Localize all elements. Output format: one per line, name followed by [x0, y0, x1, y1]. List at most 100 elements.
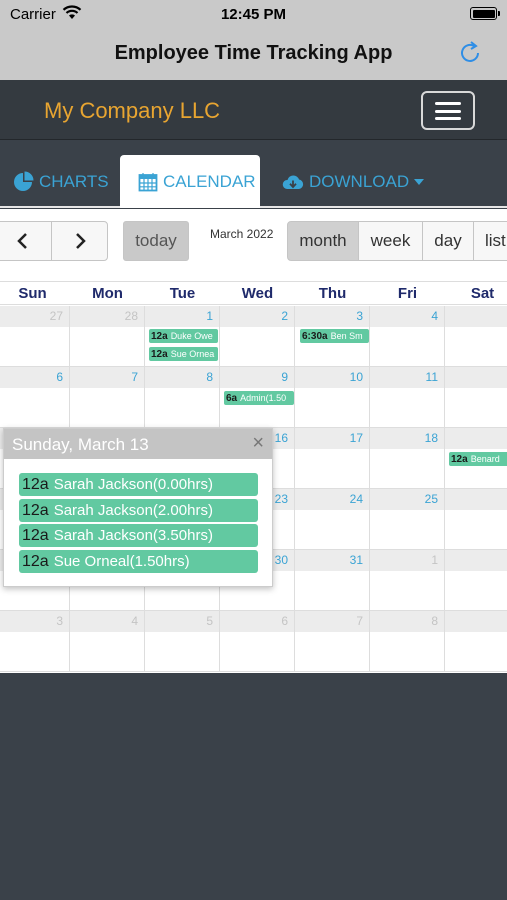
tab-download[interactable]: DOWNLOAD [282, 155, 425, 208]
event-chip[interactable]: 6a Admin(1.50 [224, 391, 294, 405]
weekday-label: Tue [169, 285, 196, 302]
event-time: 6:30a [302, 331, 328, 342]
clock: 12:45 PM [220, 6, 287, 23]
view-week-button[interactable]: week [358, 221, 423, 261]
day-cell[interactable]: 18 [370, 428, 445, 489]
event-time: 12a [22, 502, 49, 519]
day-number: 6 [56, 370, 63, 384]
view-day-button[interactable]: day [422, 221, 474, 261]
view-list-button[interactable]: list [473, 221, 507, 261]
today-button[interactable]: today [123, 221, 189, 261]
tab-charts[interactable]: CHARTS [12, 155, 109, 208]
day-number: 27 [49, 309, 63, 323]
weekday-label: Thu [318, 285, 347, 302]
event-title: Sue Ornea [170, 349, 215, 359]
day-cell[interactable] [445, 306, 507, 367]
day-number: 3 [56, 614, 63, 628]
day-cell[interactable]: 24 [295, 489, 370, 550]
next-button[interactable] [51, 221, 108, 261]
navbar: My Company LLC [0, 80, 507, 140]
caret-down-icon [414, 178, 425, 185]
month-label: March 2022 [210, 227, 274, 241]
day-cell[interactable] [445, 611, 507, 672]
event-chip[interactable]: 12a Benard [449, 452, 507, 466]
refresh-icon[interactable] [455, 38, 485, 68]
weekday-label: Mon [92, 285, 123, 302]
day-number: 1 [206, 309, 213, 323]
day-cell[interactable]: 5 [145, 611, 220, 672]
day-cell[interactable]: 25 [370, 489, 445, 550]
tab-bar: CHARTS CALENDAR DOWNLOAD [0, 140, 507, 208]
event-title: Sue Orneal(1.50hrs) [53, 553, 190, 570]
day-number: 1 [431, 553, 438, 567]
day-number: 10 [349, 370, 363, 384]
event-time: 12a [451, 454, 468, 465]
event-title: Duke Owe [170, 331, 213, 341]
day-cell[interactable]: 4 [370, 306, 445, 367]
popover-event[interactable]: 12a Sue Orneal(1.50hrs) [19, 550, 258, 573]
day-cell[interactable]: 7 [70, 367, 145, 428]
popover-title: Sunday, March 13 [12, 435, 149, 454]
day-cell[interactable]: 6 [0, 367, 70, 428]
day-cell[interactable]: 17 [295, 428, 370, 489]
day-cell[interactable]: 7 [295, 611, 370, 672]
day-cell[interactable]: 10 [295, 367, 370, 428]
close-icon[interactable]: × [252, 433, 264, 453]
day-cell[interactable]: 8 [370, 611, 445, 672]
app-title: Employee Time Tracking App [114, 42, 393, 64]
status-bar: Carrier 12:45 PM [0, 0, 507, 28]
tab-calendar[interactable]: CALENDAR [120, 155, 260, 208]
pie-chart-icon [14, 171, 34, 191]
day-number: 18 [424, 431, 438, 445]
day-events-popover: Sunday, March 13 × 12a Sarah Jackson(0.00… [3, 428, 273, 587]
chevron-right-icon [75, 233, 86, 249]
prev-button[interactable] [0, 221, 52, 261]
brand-name[interactable]: My Company LLC [44, 98, 220, 124]
weekday-label: Sat [470, 285, 495, 302]
day-number: 2 [281, 309, 288, 323]
weekday-header: Sun Mon Tue Wed Thu Fri Sat [0, 281, 507, 305]
day-number: 17 [349, 431, 363, 445]
app-header: Employee Time Tracking App [0, 28, 507, 80]
day-cell[interactable]: 31 [295, 550, 370, 611]
day-cell[interactable] [445, 489, 507, 550]
view-month-button[interactable]: month [287, 221, 359, 261]
event-title: Benard [470, 454, 500, 464]
day-number: 3 [356, 309, 363, 323]
hamburger-menu-button[interactable] [421, 91, 475, 130]
day-cell[interactable]: 4 [70, 611, 145, 672]
day-cell[interactable]: 6 [220, 611, 295, 672]
event-chip[interactable]: 12a Sue Ornea [149, 347, 218, 361]
event-time: 12a [22, 476, 49, 493]
popover-event[interactable]: 12a Sarah Jackson(0.00hrs) [19, 473, 258, 496]
event-title: Ben Sm [330, 331, 363, 341]
popover-header: Sunday, March 13 × [4, 429, 272, 459]
calendar-icon [138, 172, 158, 191]
popover-event[interactable]: 12a Sarah Jackson(3.50hrs) [19, 524, 258, 547]
day-number: 7 [356, 614, 363, 628]
day-cell[interactable]: 28 [70, 306, 145, 367]
tab-download-label: DOWNLOAD [309, 171, 410, 191]
weekday-label: Sun [18, 285, 47, 302]
event-chip[interactable]: 6:30a Ben Sm [300, 329, 369, 343]
day-number: 8 [431, 614, 438, 628]
day-number: 25 [424, 492, 438, 506]
day-cell[interactable]: 3 [0, 611, 70, 672]
day-cell[interactable] [445, 550, 507, 611]
event-time: 12a [151, 349, 168, 360]
event-title: Sarah Jackson(2.00hrs) [53, 502, 213, 519]
popover-event[interactable]: 12a Sarah Jackson(2.00hrs) [19, 499, 258, 522]
tab-calendar-label: CALENDAR [163, 171, 256, 191]
day-cell[interactable]: 8 [145, 367, 220, 428]
day-cell[interactable]: 27 [0, 306, 70, 367]
day-number: 23 [274, 492, 288, 506]
day-cell[interactable]: 11 [370, 367, 445, 428]
day-cell[interactable]: 1 [370, 550, 445, 611]
event-time: 12a [151, 331, 168, 342]
event-chip[interactable]: 12a Duke Owe [149, 329, 218, 343]
day-number: 16 [274, 431, 288, 445]
day-cell[interactable] [445, 367, 507, 428]
event-time: 12a [22, 553, 49, 570]
day-cell[interactable]: 2 [220, 306, 295, 367]
day-number: 9 [281, 370, 288, 384]
